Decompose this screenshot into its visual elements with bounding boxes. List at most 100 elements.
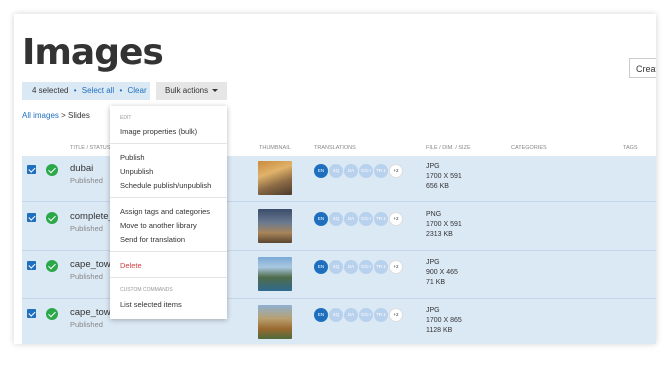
translation-badges: EN SQ DA DG-I TR-1 +2 bbox=[314, 260, 404, 276]
menu-item-publish[interactable]: Publish bbox=[120, 153, 145, 162]
translation-badge[interactable]: SQ bbox=[329, 260, 343, 274]
menu-item-assign-tags[interactable]: Assign tags and categories bbox=[120, 207, 210, 216]
bulk-actions-menu: EDIT Image properties (bulk) Publish Unp… bbox=[110, 106, 227, 319]
translation-badges: EN SQ DA DG-I TR-1 +2 bbox=[314, 212, 404, 228]
translation-badge[interactable]: EN bbox=[314, 164, 328, 178]
chevron-down-icon bbox=[212, 89, 219, 93]
translation-badge[interactable]: TR-1 bbox=[374, 212, 388, 226]
published-check-icon bbox=[46, 260, 58, 272]
bulk-actions-label: Bulk actions bbox=[165, 86, 209, 95]
translation-badge[interactable]: EN bbox=[314, 212, 328, 226]
thumbnail-image[interactable] bbox=[258, 161, 292, 195]
row-checkbox[interactable] bbox=[27, 165, 36, 174]
translation-badge[interactable]: TR-1 bbox=[374, 260, 388, 274]
row-status: Published bbox=[70, 176, 103, 185]
file-info: JPG 1700 X 865 1128 KB bbox=[426, 306, 462, 336]
menu-item-move-library[interactable]: Move to another library bbox=[120, 221, 197, 230]
file-type: JPG bbox=[426, 259, 440, 266]
row-title[interactable]: complete_ bbox=[70, 211, 110, 222]
translation-badge[interactable]: DA bbox=[344, 212, 358, 226]
row-title[interactable]: cape_town bbox=[70, 307, 110, 318]
menu-item-image-properties[interactable]: Image properties (bulk) bbox=[120, 127, 197, 136]
more-translations-badge[interactable]: +2 bbox=[389, 164, 403, 178]
breadcrumb-all-images[interactable]: All images bbox=[22, 111, 59, 120]
row-title[interactable]: cape_town bbox=[70, 259, 110, 270]
file-dimensions: 900 X 465 bbox=[426, 269, 458, 276]
thumbnail-image[interactable] bbox=[258, 257, 292, 291]
translation-badge[interactable]: TR-1 bbox=[374, 308, 388, 322]
more-translations-badge[interactable]: +2 bbox=[389, 308, 403, 322]
file-info: JPG 900 X 465 71 KB bbox=[426, 258, 458, 288]
row-status: Published bbox=[70, 272, 103, 281]
selected-count: 4 selected bbox=[32, 86, 69, 95]
column-title-status[interactable]: TITLE / STATUS bbox=[70, 145, 110, 151]
menu-divider bbox=[110, 277, 227, 278]
row-checkbox[interactable] bbox=[27, 213, 36, 222]
bulk-actions-button[interactable]: Bulk actions bbox=[156, 82, 227, 100]
row-status: Published bbox=[70, 320, 103, 329]
bullet: • bbox=[73, 86, 77, 95]
published-check-icon bbox=[46, 164, 58, 176]
file-size: 71 KB bbox=[426, 279, 446, 286]
translation-badge[interactable]: DA bbox=[344, 308, 358, 322]
thumbnail-image[interactable] bbox=[258, 209, 292, 243]
column-categories: CATEGORIES bbox=[511, 145, 547, 151]
translation-badge[interactable]: DG-I bbox=[359, 260, 373, 274]
translation-badge[interactable]: SQ bbox=[329, 164, 343, 178]
row-checkbox[interactable] bbox=[27, 261, 36, 270]
menu-section-custom: CUSTOM COMMANDS bbox=[120, 287, 173, 293]
file-type: JPG bbox=[426, 163, 440, 170]
column-file[interactable]: FILE / DIM. / SIZE bbox=[426, 145, 471, 151]
translation-badges: EN SQ DA DG-I TR-1 +2 bbox=[314, 164, 404, 180]
translation-badges: EN SQ DA DG-I TR-1 +2 bbox=[314, 308, 404, 324]
translation-badge[interactable]: DG-I bbox=[359, 212, 373, 226]
breadcrumb-separator: > bbox=[61, 111, 66, 120]
file-info: JPG 1700 X 591 656 KB bbox=[426, 162, 462, 192]
translation-badge[interactable]: DA bbox=[344, 164, 358, 178]
row-status: Published bbox=[70, 224, 103, 233]
published-check-icon bbox=[46, 212, 58, 224]
more-translations-badge[interactable]: +2 bbox=[389, 260, 403, 274]
translation-badge[interactable]: DA bbox=[344, 260, 358, 274]
menu-item-send-translation[interactable]: Send for translation bbox=[120, 235, 185, 244]
menu-item-unpublish[interactable]: Unpublish bbox=[120, 167, 153, 176]
translation-badge[interactable]: SQ bbox=[329, 212, 343, 226]
thumbnail-image[interactable] bbox=[258, 305, 292, 339]
translation-badge[interactable]: TR-1 bbox=[374, 164, 388, 178]
file-size: 1128 KB bbox=[426, 327, 453, 334]
translation-badge[interactable]: EN bbox=[314, 260, 328, 274]
translation-badge[interactable]: DG-I bbox=[359, 164, 373, 178]
bullet: • bbox=[119, 86, 123, 95]
menu-item-list-selected[interactable]: List selected items bbox=[120, 300, 182, 309]
select-all-link[interactable]: Select all bbox=[82, 86, 114, 95]
clear-link[interactable]: Clear bbox=[128, 86, 147, 95]
create-button[interactable]: Creat bbox=[629, 58, 656, 78]
menu-section-edit: EDIT bbox=[120, 115, 132, 121]
app-window: Images Creat 4 selected • Select all • C… bbox=[14, 14, 656, 344]
selection-bar: 4 selected • Select all • Clear bbox=[22, 82, 150, 100]
column-translations: TRANSLATIONS bbox=[314, 145, 356, 151]
menu-item-delete[interactable]: Delete bbox=[120, 261, 142, 270]
menu-divider bbox=[110, 143, 227, 144]
breadcrumb-current: Slides bbox=[68, 111, 90, 120]
column-thumbnail: THUMBNAIL bbox=[259, 145, 291, 151]
file-info: PNG 1700 X 591 2313 KB bbox=[426, 210, 462, 240]
menu-divider bbox=[110, 251, 227, 252]
file-dimensions: 1700 X 591 bbox=[426, 173, 462, 180]
published-check-icon bbox=[46, 308, 58, 320]
breadcrumb: All images > Slides bbox=[22, 111, 90, 120]
row-checkbox[interactable] bbox=[27, 309, 36, 318]
menu-item-schedule[interactable]: Schedule publish/unpublish bbox=[120, 181, 211, 190]
file-type: PNG bbox=[426, 211, 442, 218]
translation-badge[interactable]: EN bbox=[314, 308, 328, 322]
column-tags: TAGS bbox=[623, 145, 638, 151]
translation-badge[interactable]: DG-I bbox=[359, 308, 373, 322]
row-title[interactable]: dubai bbox=[70, 163, 93, 174]
translation-badge[interactable]: SQ bbox=[329, 308, 343, 322]
more-translations-badge[interactable]: +2 bbox=[389, 212, 403, 226]
file-type: JPG bbox=[426, 307, 440, 314]
file-size: 656 KB bbox=[426, 183, 449, 190]
file-size: 2313 KB bbox=[426, 231, 453, 238]
file-dimensions: 1700 X 591 bbox=[426, 221, 462, 228]
page-title: Images bbox=[22, 32, 164, 73]
